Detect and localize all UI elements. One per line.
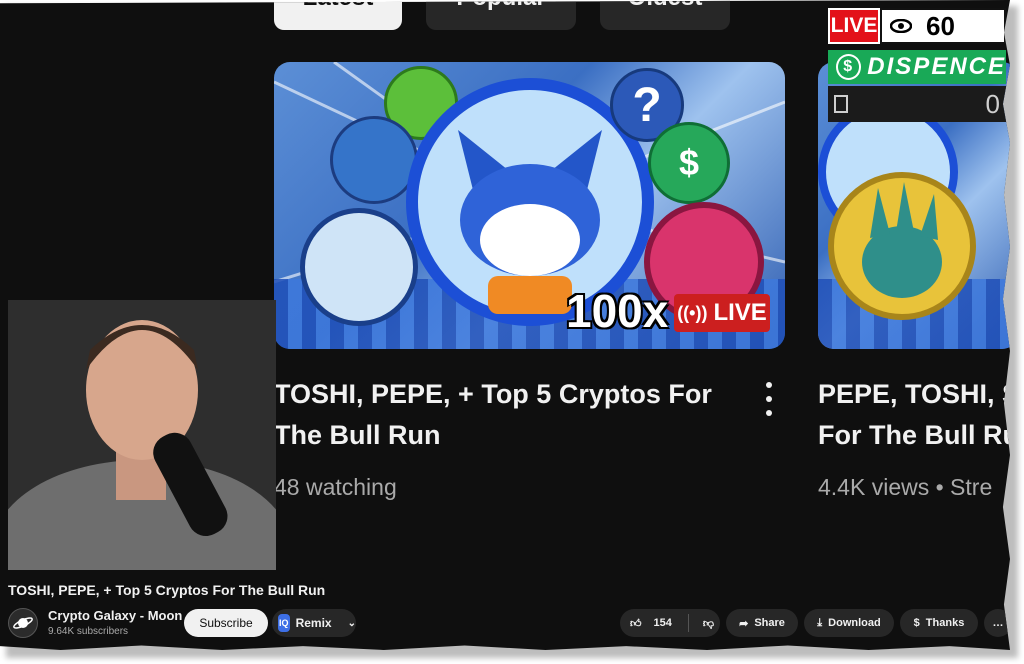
thumbs-down-icon[interactable]: 👎︎	[703, 617, 714, 630]
chip-label: Popular	[456, 0, 545, 12]
channel-avatar[interactable]	[8, 608, 38, 638]
counter-row: 0	[828, 86, 1006, 122]
galaxy-logo-icon	[13, 617, 33, 629]
live-badge: ((•)) LIVE	[674, 294, 770, 332]
chip-popular[interactable]: Popular	[426, 0, 576, 30]
chip-latest[interactable]: Latest	[274, 0, 402, 30]
share-button[interactable]: ➦ Share	[726, 609, 798, 637]
video-title-line2[interactable]: The Bull Run	[274, 415, 440, 456]
viewer-count-value: 60	[926, 10, 955, 41]
video-title-line1[interactable]: TOSHI, PEPE, + Top 5 Cryptos For	[274, 374, 712, 415]
chip-oldest[interactable]: Oldest	[600, 0, 730, 30]
remix-icon: IQ	[278, 614, 290, 632]
video-title-line1[interactable]: PEPE, TOSHI, S	[818, 374, 1010, 415]
more-options-icon[interactable]	[762, 382, 776, 416]
calculator-icon	[834, 95, 848, 113]
chevron-down-icon: ⌄	[347, 617, 356, 629]
video-meta: 4.4K views • Stre	[818, 474, 993, 500]
viewer-count: 60	[880, 8, 1006, 44]
chip-label: Latest	[303, 0, 374, 12]
thumbs-up-icon[interactable]: 👍︎	[630, 617, 642, 630]
like-dislike-group: 👍︎ 154 👎︎	[620, 609, 720, 637]
subscribe-button[interactable]: Subscribe	[184, 609, 268, 637]
streamer-video	[8, 300, 276, 570]
webcam-overlay	[8, 300, 276, 570]
ellipsis-icon: …	[992, 617, 1004, 629]
dollar-circle-icon: $	[836, 54, 862, 80]
cat-face-icon	[458, 130, 602, 314]
video-meta: 48 watching	[274, 474, 397, 500]
thanks-label: Thanks	[925, 617, 965, 629]
divider	[687, 614, 689, 632]
share-label: Share	[754, 617, 785, 629]
thanks-button[interactable]: $ Thanks	[900, 609, 978, 637]
counter-value: 0	[985, 88, 1000, 119]
alien-coin-icon	[330, 116, 418, 204]
eye-icon	[890, 19, 912, 33]
multiplier-text: 100x	[566, 285, 669, 337]
download-label: Download	[828, 617, 881, 629]
like-count[interactable]: 154	[654, 617, 672, 629]
download-icon: ⤓	[817, 616, 823, 629]
overlay-live-badge: LIVE	[828, 8, 880, 44]
dispence-banner: $ DISPENCE	[828, 50, 1006, 84]
dragon-face-icon	[862, 182, 942, 298]
live-badge-label: LIVE	[713, 299, 767, 326]
subscriber-count: 9.64K subscribers	[48, 626, 129, 637]
dragon-coin-icon	[828, 172, 976, 320]
download-button[interactable]: ⤓ Download	[804, 609, 894, 637]
video-title-line2[interactable]: For The Bull Ru	[818, 415, 1010, 456]
chip-label: Oldest	[628, 0, 703, 12]
thanks-dollar-icon: $	[913, 617, 920, 629]
dollar-coin-icon: $	[648, 122, 730, 204]
share-arrow-icon: ➦	[739, 617, 749, 630]
remix-button[interactable]: IQ Remix ⌄	[272, 609, 356, 637]
player-video-title: TOSHI, PEPE, + Top 5 Cryptos For The Bul…	[8, 582, 326, 598]
video-thumbnail[interactable]: ? $ 100x ((•)) LIVE	[274, 62, 785, 349]
channel-name[interactable]: Crypto Galaxy - Moon	[48, 608, 182, 623]
channel-row: Crypto Galaxy - Moon 9.64K subscribers S…	[8, 606, 1010, 640]
dispence-label: DISPENCE	[867, 53, 1006, 80]
screenshot-frame: Latest Popular Oldest ? $ 100x	[0, 0, 1010, 650]
remix-label: Remix	[295, 616, 332, 630]
dragon-coin-icon	[300, 208, 418, 326]
broadcast-icon: ((•))	[677, 302, 708, 323]
